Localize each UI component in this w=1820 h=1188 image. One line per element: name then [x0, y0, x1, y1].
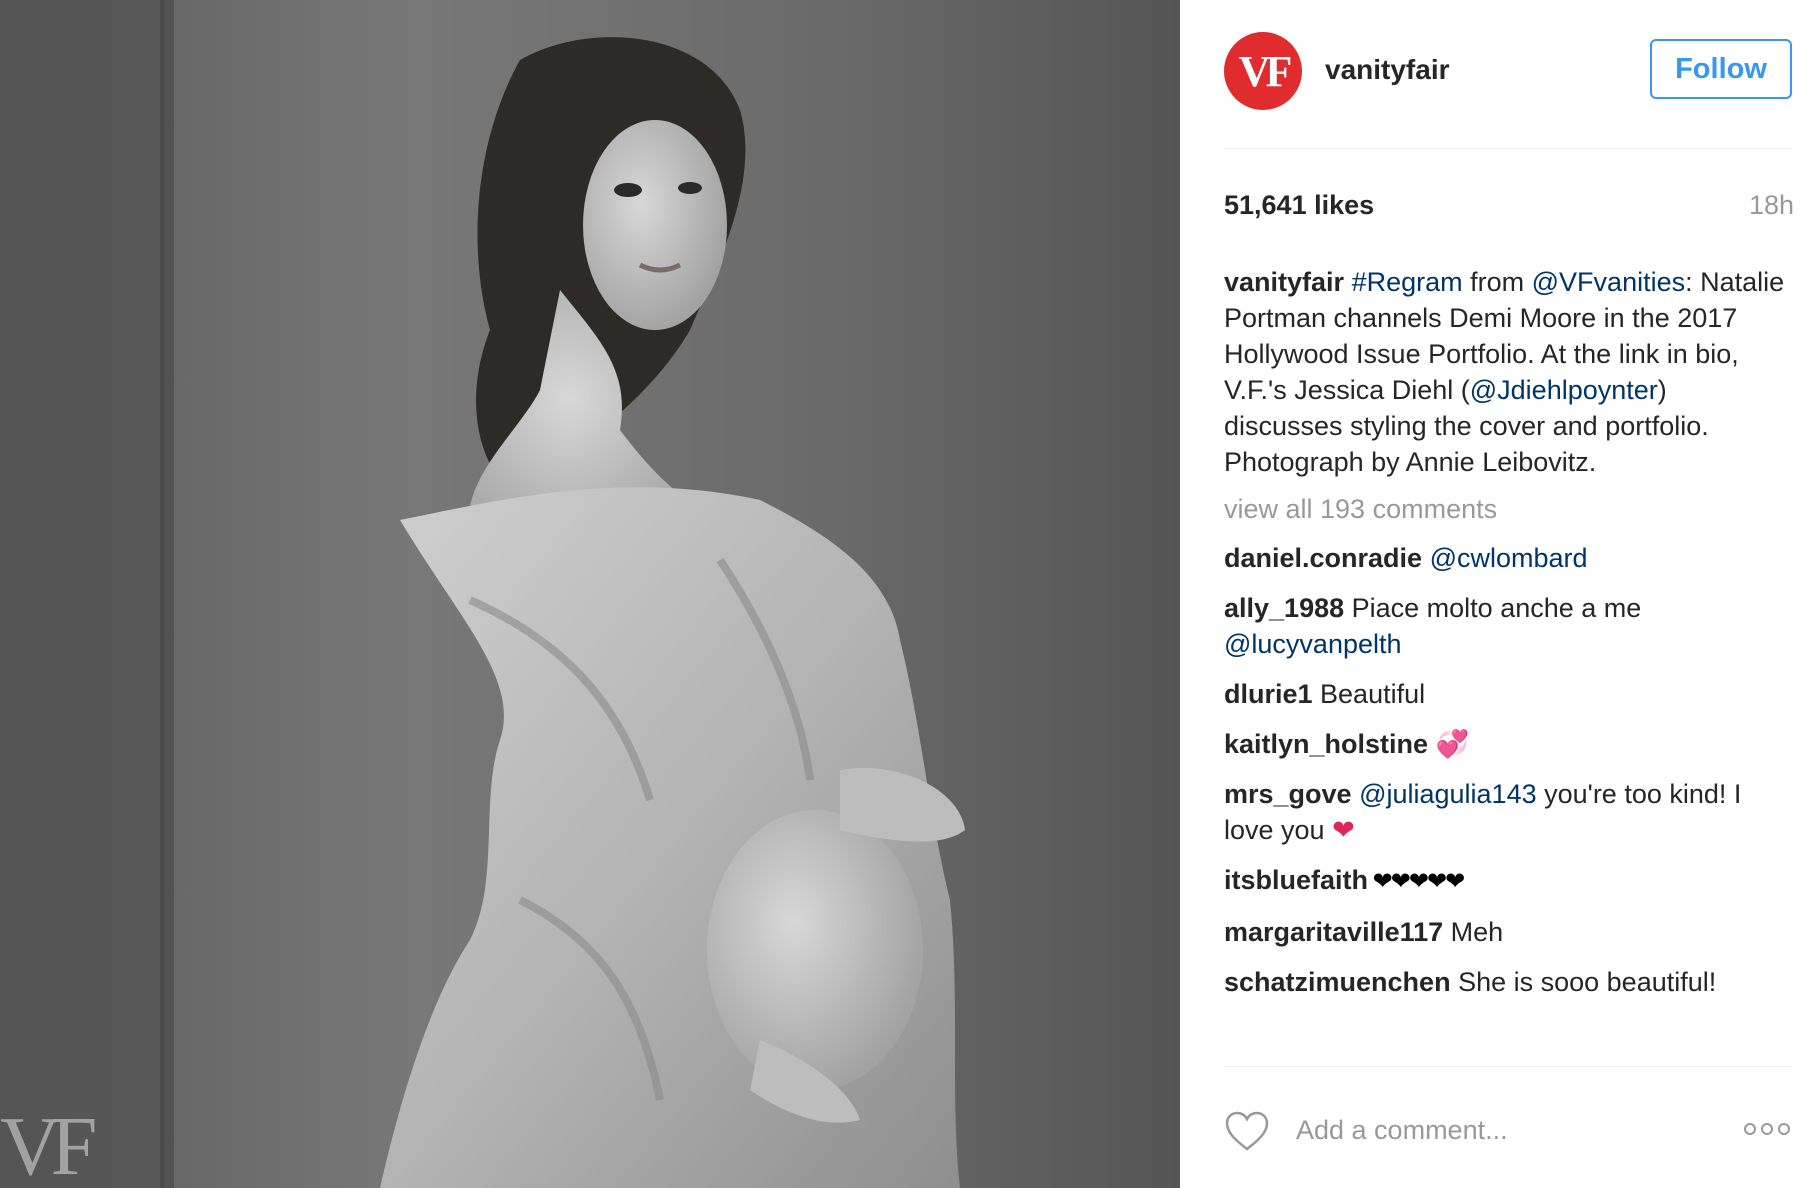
red-heart-icon: ❤: [1324, 815, 1355, 845]
comment-username[interactable]: mrs_gove: [1224, 779, 1352, 809]
ellipsis-icon[interactable]: [1742, 1116, 1792, 1142]
caption-mention-2[interactable]: @Jdiehlpoynter: [1470, 375, 1658, 405]
caption: vanityfair #Regram from @VFvanities: Nat…: [1224, 264, 1792, 480]
post-panel: VF vanityfair Follow 51,641 likes 18h va…: [1180, 0, 1820, 1188]
likes-count[interactable]: 51,641 likes: [1224, 190, 1374, 221]
comments-section: vanityfair #Regram from @VFvanities: Nat…: [1224, 264, 1792, 1062]
comment-username[interactable]: daniel.conradie: [1224, 543, 1422, 573]
caption-username[interactable]: vanityfair: [1224, 267, 1344, 297]
comment-mention[interactable]: @cwlombard: [1430, 543, 1588, 573]
caption-hashtag[interactable]: #Regram: [1352, 267, 1463, 297]
header-divider: [1224, 148, 1793, 149]
comment: kaitlyn_holstine 💞: [1224, 726, 1792, 762]
comment-username[interactable]: dlurie1: [1224, 679, 1313, 709]
follow-button[interactable]: Follow: [1650, 39, 1792, 99]
comment-mention[interactable]: @juliagulia143: [1352, 779, 1537, 809]
vf-watermark: VF: [0, 1100, 97, 1188]
header-username[interactable]: vanityfair: [1325, 54, 1450, 86]
caption-mention[interactable]: @VFvanities: [1532, 267, 1685, 297]
comment-input[interactable]: [1296, 1110, 1716, 1150]
comment-bar: [1224, 1108, 1792, 1158]
comment: margaritaville117 Meh: [1224, 914, 1792, 950]
comment: itsbluefaith ❤❤❤❤❤: [1224, 862, 1792, 900]
comment-username[interactable]: margaritaville117: [1224, 917, 1443, 947]
heart-outline-icon[interactable]: [1224, 1110, 1270, 1152]
post-header: VF vanityfair Follow: [1224, 32, 1792, 112]
post-timestamp[interactable]: 18h: [1749, 190, 1794, 221]
sparkling-hearts-icon: 💞: [1428, 729, 1470, 759]
comment-username[interactable]: schatzimuenchen: [1224, 967, 1451, 997]
black-hearts-icon: ❤❤❤❤❤: [1368, 868, 1466, 895]
comment: dlurie1 Beautiful: [1224, 676, 1792, 712]
comment-text: She is sooo beautiful!: [1450, 967, 1717, 997]
portrait-image: [0, 0, 1180, 1188]
post-photo[interactable]: VF: [0, 0, 1180, 1188]
comment-text: Meh: [1443, 917, 1504, 947]
comment: daniel.conradie @cwlombard: [1224, 540, 1792, 576]
comment-mention[interactable]: @lucyvanpelth: [1224, 629, 1402, 659]
caption-text-from: from: [1462, 267, 1532, 297]
comment-text: Beautiful: [1312, 679, 1426, 709]
comment-text: Piace molto anche a me: [1344, 593, 1642, 623]
comment: schatzimuenchen She is sooo beautiful!: [1224, 964, 1792, 1000]
comment-username[interactable]: kaitlyn_holstine: [1224, 729, 1428, 759]
comment: mrs_gove @juliagulia143 you're too kind!…: [1224, 776, 1792, 848]
comment-username[interactable]: itsbluefaith: [1224, 865, 1368, 895]
comment-bar-divider: [1224, 1066, 1793, 1067]
comment: ally_1988 Piace molto anche a me @lucyva…: [1224, 590, 1792, 662]
avatar[interactable]: VF: [1224, 32, 1302, 110]
view-all-comments-link[interactable]: view all 193 comments: [1224, 491, 1792, 527]
comment-username[interactable]: ally_1988: [1224, 593, 1344, 623]
